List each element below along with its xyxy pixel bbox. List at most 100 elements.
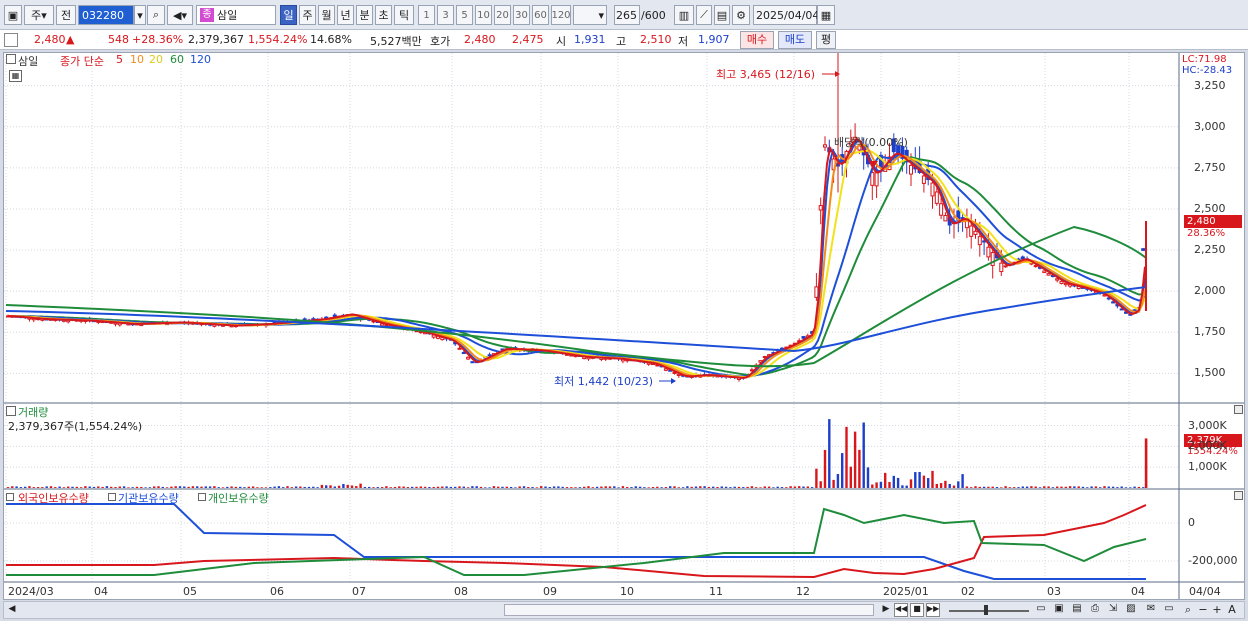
sell-button[interactable]: 매도 (778, 31, 812, 49)
buy-button[interactable]: 매수 (740, 31, 774, 49)
interval-20[interactable]: 20 (494, 5, 511, 25)
stock-type-badge: 종 (200, 8, 214, 22)
interval-60[interactable]: 60 (532, 5, 549, 25)
period-day[interactable]: 일 (280, 5, 297, 25)
view-icon[interactable]: ▭ (1034, 603, 1048, 617)
volume-y-tick: 1,000K (1188, 460, 1227, 474)
code-dropdown-icon[interactable]: ▾ (134, 5, 146, 25)
font-size-icon[interactable]: A (1226, 603, 1238, 617)
ma-10: 10 (130, 53, 144, 66)
copy-icon[interactable]: ▣ (1052, 603, 1066, 617)
pct-tag: 28.36% (1187, 228, 1226, 239)
search-icon-bottom[interactable]: ⌕ (1182, 603, 1194, 617)
export-icon[interactable]: ⇲ (1106, 603, 1120, 617)
speaker-icon[interactable]: ◀▾ (167, 5, 193, 25)
date-input[interactable]: 2025/04/04 (753, 5, 819, 25)
volume-panel-icon[interactable] (6, 406, 16, 416)
open-price: 1,931 (574, 33, 606, 46)
price-y-tick: 3,250 (1194, 78, 1226, 92)
lc-label: LC:71.98 (1182, 54, 1227, 65)
interval-30[interactable]: 30 (513, 5, 530, 25)
chart-canvas[interactable] (4, 53, 1244, 599)
scroll-left-icon[interactable]: ◀ (6, 604, 18, 616)
period-month[interactable]: 월 (318, 5, 335, 25)
check-box[interactable] (4, 33, 18, 47)
x-axis-label: 04 (1131, 585, 1145, 598)
price-y-tick: 2,750 (1194, 160, 1226, 174)
code-input[interactable]: 032280 (78, 5, 134, 25)
x-axis-label: 03 (1047, 585, 1061, 598)
zoom-handle[interactable] (984, 605, 988, 615)
count-input[interactable]: 265 (614, 5, 640, 25)
panel-config-icon[interactable] (6, 54, 16, 64)
draw-icon[interactable]: ⟋ (696, 5, 712, 25)
change-arrow: ▲ (66, 33, 75, 46)
x-axis-label: 05 (183, 585, 197, 598)
ma-20: 20 (149, 53, 163, 66)
zoom-in-icon[interactable]: + (1212, 603, 1222, 617)
ma-120: 120 (190, 53, 211, 66)
settings-gear-icon[interactable]: ⚙ (732, 5, 750, 25)
volume: 2,379,367 (188, 33, 244, 46)
first-page-icon[interactable]: ◀◀ (894, 603, 908, 617)
save-icon[interactable]: ▤ (714, 5, 730, 25)
holdings-panel-icon[interactable] (6, 493, 14, 501)
volume-pct: 1,554.24% (248, 33, 308, 46)
image-icon[interactable]: ▨ (1124, 603, 1138, 617)
last-page-icon[interactable]: ▶▶ (926, 603, 940, 617)
x-axis-label: 07 (352, 585, 366, 598)
interval-1[interactable]: 1 (418, 5, 435, 25)
interval-10[interactable]: 10 (475, 5, 492, 25)
stock-name-field[interactable]: 종 삼일 (196, 5, 276, 25)
holdings-close-icon[interactable] (1234, 491, 1243, 500)
search-icon[interactable]: ⌕ (147, 5, 165, 25)
type-label: 주 (31, 9, 42, 22)
x-axis-label: 2024/03 (8, 585, 54, 598)
volume-y-tick: 3,000K (1188, 418, 1227, 432)
holdings-y-tick: 0 (1188, 516, 1195, 529)
hc-label: HC:-28.43 (1182, 65, 1233, 76)
x-axis-label: 06 (270, 585, 284, 598)
quote-bar: 2,480 ▲ 548 +28.36% 2,379,367 1,554.24% … (0, 30, 1248, 50)
print-icon[interactable]: ⎙ (1088, 603, 1102, 617)
interval-3[interactable]: 3 (437, 5, 454, 25)
count-total: /600 (641, 9, 666, 22)
x-axis-label: 08 (454, 585, 468, 598)
calculator-icon[interactable]: ▦ (9, 70, 22, 82)
scroll-right-icon[interactable]: ▶ (880, 604, 892, 616)
interval-5[interactable]: 5 (456, 5, 473, 25)
chart-area[interactable]: 삼일 종가 단순 5 10 20 60 120 ▦ LC:71.98 HC:-2… (3, 52, 1245, 600)
period-year[interactable]: 년 (337, 5, 354, 25)
scroll-thumb[interactable] (504, 604, 874, 616)
layout-icon[interactable]: ▣ (4, 5, 22, 25)
mail-icon[interactable]: ✉ (1144, 603, 1158, 617)
change-pct: +28.36% (132, 33, 184, 46)
period-second[interactable]: 초 (375, 5, 392, 25)
interval-dropdown[interactable]: ▾ (573, 5, 607, 25)
grid-icon[interactable]: ▤ (1070, 603, 1084, 617)
volume-close-icon[interactable] (1234, 405, 1243, 414)
ma-60: 60 (170, 53, 184, 66)
candle-icon[interactable]: ▥ (674, 5, 694, 25)
interval-120[interactable]: 120 (551, 5, 571, 25)
legend-institution-icon (108, 493, 116, 501)
calendar-icon[interactable]: ▦ (817, 5, 835, 25)
zoom-slider[interactable] (949, 610, 1029, 612)
period-tick[interactable]: 틱 (394, 5, 414, 25)
legend-individual: 개인보유수량 (208, 492, 269, 505)
avg-button[interactable]: 평 (816, 31, 836, 49)
prev-button[interactable]: 전 (56, 5, 76, 25)
low-note: 최저 1,442 (10/23) (554, 375, 654, 388)
current-price: 2,480 (34, 33, 66, 46)
window-icon[interactable]: ▭ (1162, 603, 1176, 617)
period-week[interactable]: 주 (299, 5, 316, 25)
zoom-out-icon[interactable]: − (1198, 603, 1208, 617)
period-minute[interactable]: 분 (356, 5, 373, 25)
x-axis-label: 11 (709, 585, 723, 598)
price-y-tick: 3,000 (1194, 119, 1226, 133)
stop-icon[interactable]: ■ (910, 603, 924, 617)
type-select[interactable]: 주 ▾ (24, 5, 54, 25)
bid-price: 2,475 (512, 33, 544, 46)
price-panel-title: 삼일 (18, 55, 39, 68)
high-note: 최고 3,465 (12/16) (716, 68, 816, 81)
